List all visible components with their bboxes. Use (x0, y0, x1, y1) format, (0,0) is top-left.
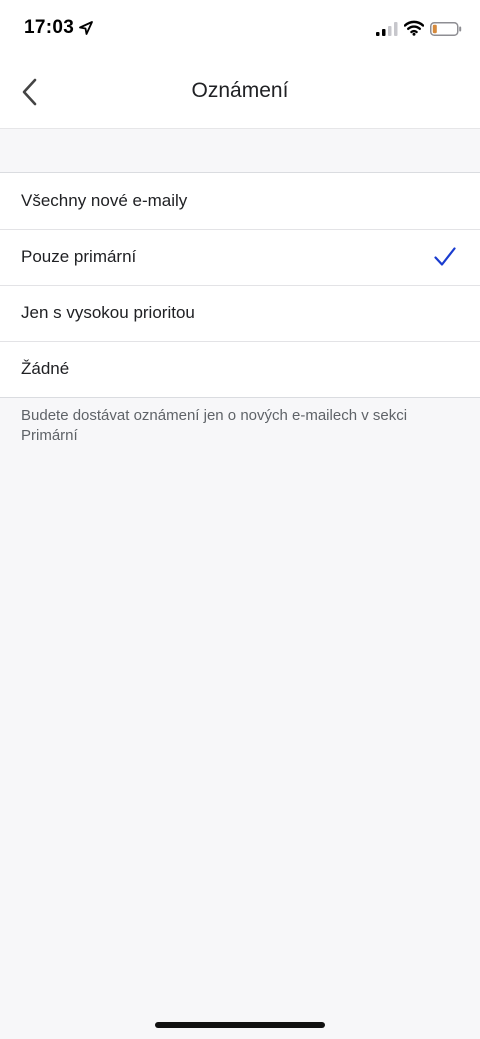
location-arrow-icon (79, 21, 93, 35)
status-bar: 17:03 (0, 0, 480, 60)
cellular-signal-icon (376, 22, 398, 36)
checkmark-icon (434, 247, 456, 266)
option-none[interactable]: Žádné (0, 341, 480, 397)
option-all-new-emails[interactable]: Všechny nové e-maily (0, 173, 480, 229)
option-label: Jen s vysokou prioritou (21, 303, 195, 322)
option-high-priority-only[interactable]: Jen s vysokou prioritou (0, 285, 480, 341)
option-label: Žádné (21, 359, 70, 378)
navigation-bar: Oznámení (0, 60, 480, 129)
option-description: Budete dostávat oznámení jen o nových e-… (21, 407, 408, 444)
home-indicator[interactable] (155, 1022, 325, 1028)
option-label: Všechny nové e-maily (21, 191, 188, 210)
battery-icon (430, 22, 462, 36)
status-time: 17:03 (24, 17, 75, 38)
page-title: Oznámení (191, 79, 289, 102)
option-label: Pouze primární (21, 247, 137, 266)
wifi-icon (404, 20, 424, 36)
notification-options-list: Všechny nové e-maily Pouze primární Jen … (0, 172, 480, 398)
option-primary-only[interactable]: Pouze primární (0, 229, 480, 285)
